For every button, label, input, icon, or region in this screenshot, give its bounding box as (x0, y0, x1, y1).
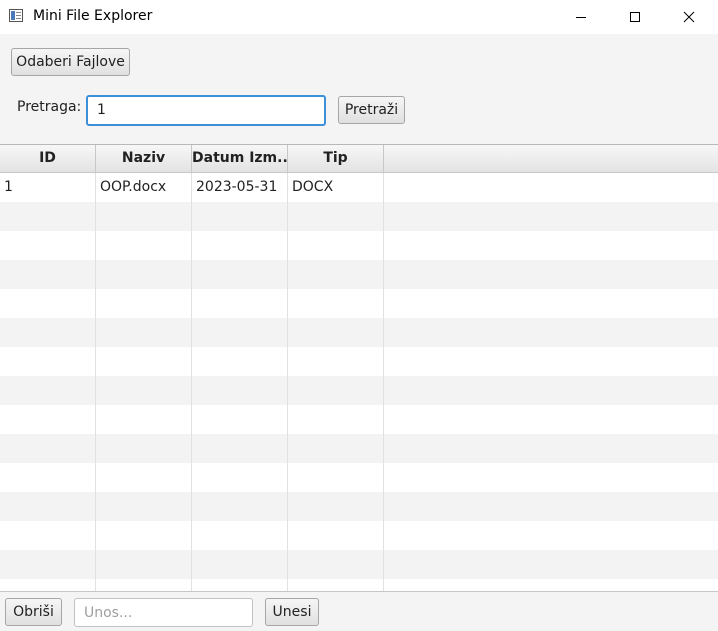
empty-table-row (0, 376, 718, 405)
delete-button[interactable]: Obriši (5, 598, 62, 626)
column-divider (287, 173, 288, 591)
minimize-icon (576, 17, 586, 18)
empty-table-row (0, 434, 718, 463)
choose-files-button[interactable]: Odaberi Fajlove (11, 48, 130, 76)
cell-date: 2023-05-31 (196, 179, 278, 195)
column-divider (95, 173, 96, 591)
search-button[interactable]: Pretraži (338, 96, 405, 124)
app-window-icon (9, 9, 23, 22)
empty-table-row (0, 550, 718, 579)
empty-table-row (0, 318, 718, 347)
empty-table-row (0, 202, 718, 231)
cell-name: OOP.docx (100, 179, 167, 195)
search-input[interactable]: 1 (86, 95, 326, 126)
minimize-button[interactable] (558, 0, 604, 34)
column-header-name[interactable]: Naziv (96, 145, 192, 172)
close-icon (683, 11, 695, 23)
empty-table-row (0, 579, 718, 591)
column-header-date[interactable]: Datum Izm... (192, 145, 288, 172)
file-table[interactable]: ID Naziv Datum Izm... Tip 1 OOP.docx 2023-… (0, 144, 718, 591)
entry-input[interactable] (74, 598, 253, 627)
empty-table-row (0, 260, 718, 289)
empty-table-row (0, 492, 718, 521)
column-divider (383, 173, 384, 591)
maximize-button[interactable] (612, 0, 658, 34)
empty-table-row (0, 521, 718, 550)
maximize-icon (630, 12, 640, 22)
column-divider (191, 173, 192, 591)
title-bar: Mini File Explorer (0, 0, 718, 34)
close-button[interactable] (666, 0, 712, 34)
enter-button[interactable]: Unesi (265, 598, 319, 626)
empty-table-row (0, 405, 718, 434)
window-title: Mini File Explorer (33, 8, 153, 24)
empty-table-row (0, 347, 718, 376)
cell-type: DOCX (292, 179, 334, 195)
column-header-id[interactable]: ID (0, 145, 96, 172)
header-filler (384, 145, 718, 172)
empty-table-row (0, 231, 718, 260)
table-body: 1 OOP.docx 2023-05-31 DOCX (0, 173, 718, 591)
column-header-type[interactable]: Tip (288, 145, 384, 172)
search-label: Pretraga: (17, 99, 82, 115)
empty-table-row (0, 463, 718, 492)
cell-id: 1 (4, 179, 13, 195)
table-row[interactable]: 1 OOP.docx 2023-05-31 DOCX (0, 173, 718, 202)
empty-table-row (0, 289, 718, 318)
table-header: ID Naziv Datum Izm... Tip (0, 145, 718, 173)
